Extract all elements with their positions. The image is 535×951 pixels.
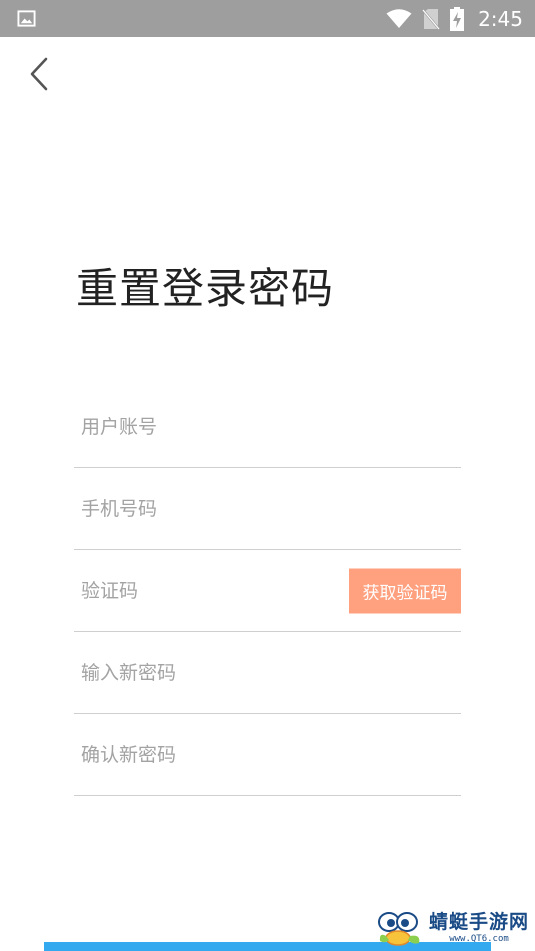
- back-button[interactable]: [22, 54, 56, 94]
- chevron-left-icon: [30, 57, 48, 91]
- confirm-password-input[interactable]: [74, 734, 331, 775]
- verification-code-row: 获取验证码: [74, 550, 461, 632]
- get-code-button[interactable]: 获取验证码: [349, 568, 461, 613]
- verification-code-input[interactable]: [74, 570, 331, 611]
- confirm-password-row: [74, 714, 461, 796]
- no-sim-icon: [422, 8, 441, 30]
- status-time: 2:45: [478, 6, 523, 31]
- new-password-row: [74, 632, 461, 714]
- image-icon: [17, 10, 36, 27]
- watermark-url: www.QT6.com: [449, 933, 509, 944]
- account-row: [74, 386, 461, 468]
- status-icons: 2:45: [386, 0, 523, 37]
- phone-input[interactable]: [74, 488, 331, 529]
- reset-password-form: 获取验证码: [74, 386, 461, 796]
- page-title: 重置登录密码: [76, 264, 335, 313]
- new-password-input[interactable]: [74, 652, 331, 693]
- battery-charging-icon: [450, 6, 465, 31]
- account-input[interactable]: [74, 406, 331, 447]
- reset-password-screen: 2:45 重置登录密码 获取验证码: [0, 0, 535, 951]
- status-bar: 2:45: [0, 0, 535, 37]
- watermark: 蜻蜓手游网 www.QT6.com: [377, 908, 529, 948]
- dragonfly-mascot-icon: [377, 912, 420, 946]
- phone-row: [74, 468, 461, 550]
- watermark-name: 蜻蜓手游网: [428, 910, 529, 933]
- wifi-icon: [386, 8, 412, 28]
- watermark-text: 蜻蜓手游网 www.QT6.com: [428, 910, 529, 944]
